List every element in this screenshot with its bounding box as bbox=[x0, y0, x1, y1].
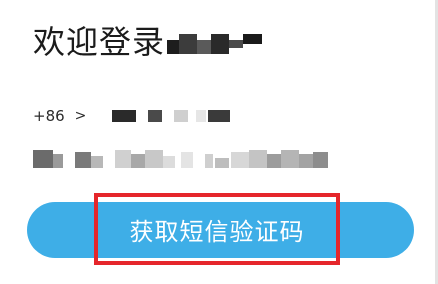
phone-number-row[interactable]: +86 > bbox=[33, 104, 232, 128]
get-code-label[interactable]: 获取短信验证码 bbox=[94, 193, 340, 265]
welcome-header: 欢迎登录 bbox=[33, 22, 263, 62]
redacted-app-name bbox=[167, 22, 263, 62]
redacted-phone-number bbox=[112, 104, 232, 128]
chevron-right-icon[interactable]: > bbox=[75, 108, 87, 124]
redacted-agreement-text bbox=[33, 146, 328, 172]
country-code[interactable]: +86 bbox=[33, 107, 65, 125]
page-title: 欢迎登录 bbox=[33, 23, 166, 61]
